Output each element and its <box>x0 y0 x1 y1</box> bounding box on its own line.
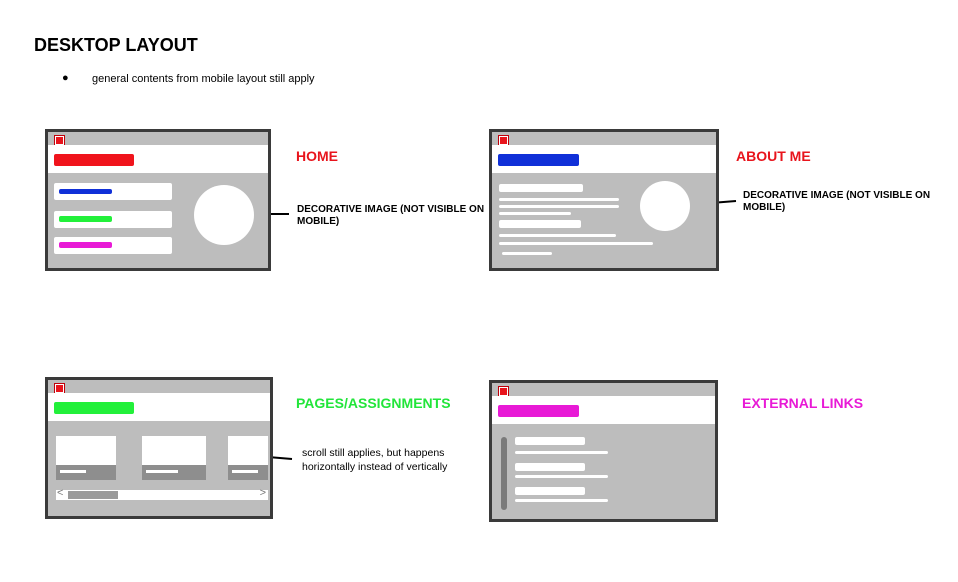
home-note: DECORATIVE IMAGE (NOT VISIBLE ON MOBILE) <box>297 204 485 227</box>
link-line <box>515 499 608 502</box>
vertical-scrollbar[interactable] <box>501 437 507 510</box>
favicon-icon <box>498 135 509 146</box>
link-bar-green <box>59 216 112 222</box>
scroll-left-icon[interactable]: < <box>57 487 63 499</box>
pages-mockup: < > <box>45 377 273 519</box>
link-bar-blue <box>59 189 112 194</box>
favicon-icon <box>54 135 65 146</box>
link-bar-magenta <box>59 242 112 248</box>
text-line <box>499 184 583 192</box>
link-line <box>515 487 585 495</box>
text-line <box>499 242 653 245</box>
favicon-icon <box>498 386 509 397</box>
home-mockup <box>45 129 271 271</box>
favicon-icon <box>54 383 65 394</box>
links-mockup <box>489 380 718 522</box>
text-line <box>499 220 581 228</box>
scroll-right-icon[interactable]: > <box>260 487 266 499</box>
link-line <box>515 451 608 454</box>
about-mockup <box>489 129 719 271</box>
about-note: DECORATIVE IMAGE (NOT VISIBLE ON MOBILE) <box>743 190 931 213</box>
decorative-image <box>194 185 254 245</box>
home-title-bar <box>54 154 134 166</box>
text-line <box>499 212 571 215</box>
about-label: ABOUT ME <box>736 148 811 164</box>
links-title-bar <box>498 405 579 417</box>
pages-label: PAGES/ASSIGNMENTS <box>296 395 451 411</box>
home-label: HOME <box>296 148 338 164</box>
text-line <box>499 234 616 237</box>
links-label: EXTERNAL LINKS <box>742 395 864 411</box>
page-card <box>228 436 268 480</box>
decorative-image <box>640 181 690 231</box>
scrollbar-thumb[interactable] <box>68 491 118 499</box>
about-title-bar <box>498 154 579 166</box>
link-line <box>515 437 585 445</box>
page-card <box>56 436 116 480</box>
page-card <box>142 436 206 480</box>
link-line <box>515 463 585 471</box>
text-line <box>499 205 619 208</box>
link-line <box>515 475 608 478</box>
text-line <box>499 198 619 201</box>
pages-title-bar <box>54 402 134 414</box>
pages-note: scroll still applies, but happens horizo… <box>302 447 448 473</box>
horizontal-scrollbar[interactable]: < > <box>56 487 268 500</box>
text-line <box>502 252 552 255</box>
